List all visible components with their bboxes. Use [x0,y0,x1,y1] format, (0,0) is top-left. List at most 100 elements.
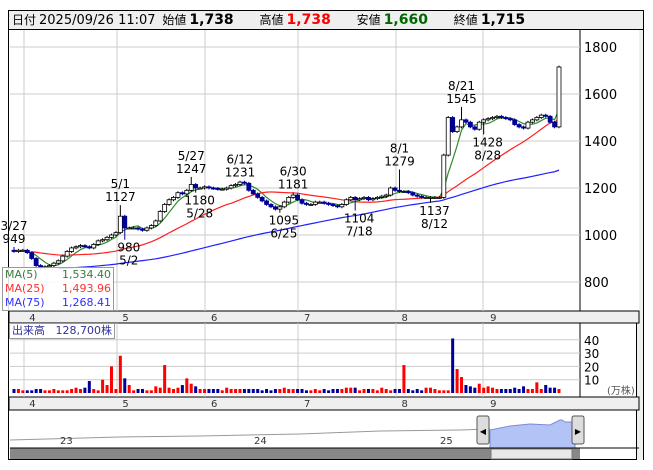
candle [11,249,17,252]
candle [29,252,35,259]
volume-bar [109,366,113,393]
month-label: 7 [304,399,310,410]
volume-bar [397,389,401,393]
candle [295,194,300,201]
scrollbar-thumb[interactable] [490,448,573,460]
annotation-date: 8/21 [448,79,475,93]
volume-bar [65,390,69,393]
navigator-selected-range [489,419,576,450]
volume-bar [455,369,459,393]
volume-bar [468,386,472,393]
volume-bar [220,390,224,393]
candle [428,196,433,199]
candle [215,188,221,190]
candle [556,66,562,128]
annotation-date: 7/18 [346,225,373,239]
candle [374,196,380,199]
volume-bar [548,387,552,393]
volume-unit-label: (万株) [607,384,635,397]
volume-bar [207,389,211,393]
volume-bar [375,390,379,393]
volume-bar [411,390,415,393]
candle [335,205,340,208]
volume-bar [30,390,34,393]
candle [388,187,394,196]
volume-bar [87,381,91,393]
volume-bar [16,389,20,393]
volume-bar [96,390,100,393]
candle [366,196,371,201]
candle [445,117,451,156]
candle [512,119,518,125]
candle [153,220,159,226]
volume-bar [39,389,43,393]
candle [494,115,500,118]
month-label: 8 [401,399,407,410]
candle [51,262,57,266]
month-label: 6 [211,399,217,410]
month-label: 6 [211,313,217,324]
month-axis-bar [8,310,640,324]
volume-bar [282,387,286,393]
candle [339,204,345,208]
volume-bar [176,387,180,393]
navigator-year-label: 25 [440,436,453,447]
candle [472,126,478,130]
candle [441,154,447,198]
navigator-year-label: 24 [254,436,267,447]
volume-bar [167,387,171,393]
annotation-value: 1279 [384,154,415,168]
volume-bar [415,389,419,393]
candle [109,234,114,238]
candle [64,251,70,257]
volume-bar [340,389,344,393]
volume-bar [371,389,375,393]
chart-canvas[interactable]: 8001000120014001600180010203040(万株)44556… [0,0,653,470]
volume-tick-label: 10 [584,374,599,388]
volume-bar [118,355,122,393]
annotation-value: 1104 [344,212,375,226]
candle [330,204,336,207]
candle [104,236,110,241]
candle [343,199,349,205]
annotation-value: 980 [117,241,140,255]
annotation-date: 6/30 [280,164,307,178]
volume-bar [56,390,60,393]
volume-bar [234,389,238,393]
candle [405,191,411,194]
volume-bar [34,389,38,393]
candle [237,181,243,185]
volume-bar [344,387,348,393]
candle [144,227,150,231]
candle [273,206,278,210]
candle [246,182,252,191]
volume-bar [278,389,282,393]
volume-bar [393,389,397,393]
volume-bar [136,389,140,393]
volume-bar [189,383,193,393]
volume-bar [287,389,291,393]
candle [410,192,416,196]
volume-tick-label: 20 [584,360,599,374]
volume-bar [12,389,16,393]
volume-bar [43,390,47,393]
volume-bar [362,389,366,393]
volume-bar [140,389,144,393]
candle [157,211,163,222]
volume-bar [21,390,25,393]
volume-bar [242,389,246,393]
volume-bar [265,389,269,393]
annotation-value: 1095 [269,214,300,228]
volume-bar [535,382,539,393]
volume-bar [504,389,508,393]
candle [197,187,203,190]
candle [242,181,247,184]
volume-bar [433,389,437,393]
candle [69,247,75,252]
volume-bar [513,387,517,393]
volume-tick-label: 40 [584,334,599,348]
volume-bar [251,389,255,393]
candle [312,201,318,205]
volume-bar [145,390,149,393]
month-axis-bar-2 [8,396,640,411]
